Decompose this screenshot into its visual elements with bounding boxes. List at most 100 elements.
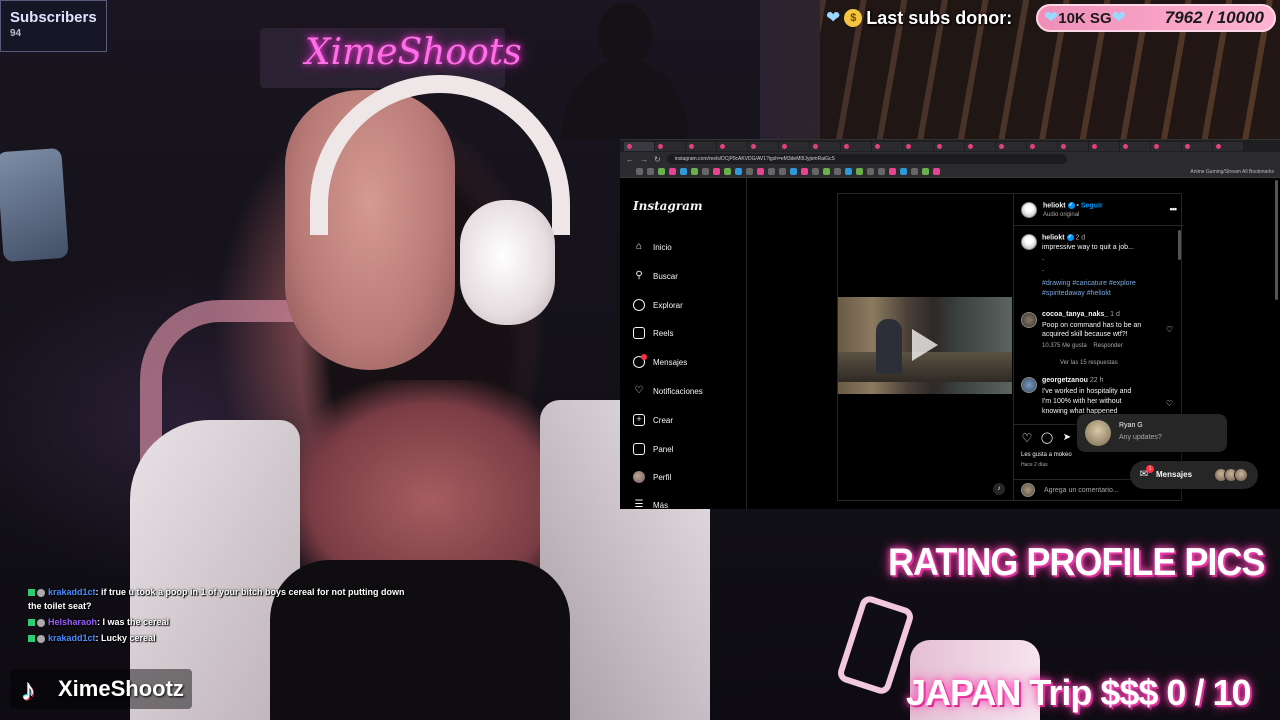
browser-tab[interactable] <box>1182 141 1212 151</box>
instagram-logo[interactable]: Instagram <box>633 199 703 213</box>
like-comment-icon[interactable]: ♡ <box>1166 399 1173 408</box>
browser-tab[interactable] <box>872 141 902 151</box>
browser-tab[interactable] <box>1151 141 1181 151</box>
bookmark-icon[interactable] <box>900 168 907 175</box>
caption-author[interactable]: heliokt <box>1042 234 1065 241</box>
browser-tab[interactable] <box>655 141 685 151</box>
browser-tab[interactable] <box>996 141 1026 151</box>
bookmark-icon[interactable] <box>878 168 885 175</box>
nav-mas[interactable]: ☰ Más <box>633 498 669 509</box>
bookmark-icon[interactable] <box>823 168 830 175</box>
mute-icon[interactable]: ♪ <box>993 483 1005 495</box>
forward-icon[interactable]: → <box>640 155 648 164</box>
bookmark-icon[interactable] <box>856 168 863 175</box>
reload-icon[interactable]: ↻ <box>654 155 661 164</box>
bookmark-icon[interactable] <box>735 168 742 175</box>
reply-button[interactable]: Responder <box>1093 343 1122 349</box>
nav-panel[interactable]: Panel <box>633 442 673 456</box>
nav-perfil[interactable]: Perfil <box>633 470 671 484</box>
chat-overlay: krakadd1ct: if true u took a poop in 1 o… <box>28 585 428 647</box>
audio-label[interactable]: Audio original <box>1043 212 1079 218</box>
comment-text: acquired skill because wtf?! <box>1042 331 1128 338</box>
browser-tab[interactable] <box>1058 141 1088 151</box>
like-icon[interactable]: ♡ <box>1020 431 1034 445</box>
bookmark-icon[interactable] <box>889 168 896 175</box>
bookmark-icon[interactable] <box>691 168 698 175</box>
bookmark-icon[interactable] <box>724 168 731 175</box>
browser-tab[interactable] <box>903 141 933 151</box>
browser-tab[interactable] <box>1089 141 1119 151</box>
bookmark-icon[interactable] <box>713 168 720 175</box>
hashtags-line[interactable]: #drawing #caricature #explore <box>1042 279 1136 289</box>
rating-title: RATING PROFILE PICS <box>888 539 1265 584</box>
reel-video[interactable] <box>838 297 1012 394</box>
browser-tab[interactable] <box>717 141 747 151</box>
comment-author[interactable]: cocoa_tanya_naks_ <box>1042 311 1108 318</box>
comment-input[interactable]: Agrega un comentario... <box>1044 487 1119 494</box>
avatar-icon <box>633 471 645 483</box>
nav-notificaciones[interactable]: ♡ Notificaciones <box>633 384 703 398</box>
bookmark-folders[interactable]: Anime Gaming/Stream All Bookmarks <box>1190 169 1280 175</box>
play-icon[interactable] <box>912 329 938 361</box>
browser-tab[interactable] <box>624 141 654 151</box>
author-name[interactable]: heliokt <box>1043 202 1066 209</box>
browser-tab[interactable] <box>779 141 809 151</box>
browser-tab[interactable] <box>810 141 840 151</box>
bookmark-icon[interactable] <box>658 168 665 175</box>
comment-author[interactable]: georgetzanou <box>1042 377 1088 384</box>
bookmark-icon[interactable] <box>812 168 819 175</box>
bookmark-icon[interactable] <box>922 168 929 175</box>
bookmark-icon[interactable] <box>779 168 786 175</box>
caption-avatar[interactable] <box>1021 234 1037 250</box>
nav-buscar[interactable]: ⚲ Buscar <box>633 269 678 283</box>
browser-tab[interactable] <box>841 141 871 151</box>
follow-button[interactable]: Seguir <box>1081 202 1103 209</box>
comments-scrollbar[interactable] <box>1178 230 1181 260</box>
bookmark-icon[interactable] <box>702 168 709 175</box>
avatar <box>1234 468 1248 482</box>
url-field[interactable]: instagram.com/reels/DCjP0cAKVDG/AV1?igsh… <box>666 154 1067 164</box>
bookmark-icon[interactable] <box>911 168 918 175</box>
bookmark-icon[interactable] <box>680 168 687 175</box>
browser-tab[interactable] <box>1027 141 1057 151</box>
nav-mensajes[interactable]: Mensajes <box>633 354 687 369</box>
bookmark-icon[interactable] <box>647 168 654 175</box>
bookmark-icon[interactable] <box>867 168 874 175</box>
nav-inicio[interactable]: ⌂ Inicio <box>633 240 672 254</box>
comment-likes[interactable]: 10.375 Me gusta <box>1042 343 1087 349</box>
author-avatar[interactable] <box>1021 202 1037 218</box>
share-icon[interactable]: ➤ <box>1060 431 1074 445</box>
comment-avatar[interactable] <box>1021 377 1037 393</box>
browser-tab[interactable] <box>1213 141 1243 151</box>
comment-icon[interactable]: ◯ <box>1040 431 1054 445</box>
bookmark-icon[interactable] <box>746 168 753 175</box>
nav-crear[interactable]: + Crear <box>633 413 673 427</box>
hashtags-line[interactable]: #spiritedaway #heliokt <box>1042 289 1136 299</box>
bookmark-icon[interactable] <box>768 168 775 175</box>
message-notification[interactable]: Ryan G Any updates? <box>1077 414 1227 452</box>
bookmark-icon[interactable] <box>757 168 764 175</box>
page-scrollbar[interactable] <box>1275 180 1278 300</box>
bookmark-icon[interactable] <box>669 168 676 175</box>
bookmark-icon[interactable] <box>834 168 841 175</box>
comment-avatar[interactable] <box>1021 312 1037 328</box>
back-icon[interactable]: ← <box>626 155 634 164</box>
more-options-icon[interactable]: ••• <box>1170 204 1178 214</box>
nav-reels[interactable]: Reels <box>633 326 673 340</box>
bookmark-icon[interactable] <box>845 168 852 175</box>
view-replies[interactable]: Ver las 15 respuestas <box>1060 360 1118 366</box>
browser-tab[interactable] <box>934 141 964 151</box>
bookmark-icon[interactable] <box>636 168 643 175</box>
browser-tab[interactable] <box>748 141 778 151</box>
bookmark-icon[interactable] <box>801 168 808 175</box>
browser-tab[interactable] <box>965 141 995 151</box>
mirror-prop <box>835 593 916 697</box>
nav-explorar[interactable]: Explorar <box>633 298 683 312</box>
liked-by[interactable]: Les gusta a mokeo <box>1021 452 1072 458</box>
bookmark-icon[interactable] <box>933 168 940 175</box>
bookmark-icon[interactable] <box>790 168 797 175</box>
browser-tab[interactable] <box>686 141 716 151</box>
messages-pill[interactable]: ✉ 1 Mensajes <box>1130 461 1258 489</box>
browser-tab[interactable] <box>1120 141 1150 151</box>
like-comment-icon[interactable]: ♡ <box>1166 325 1173 334</box>
